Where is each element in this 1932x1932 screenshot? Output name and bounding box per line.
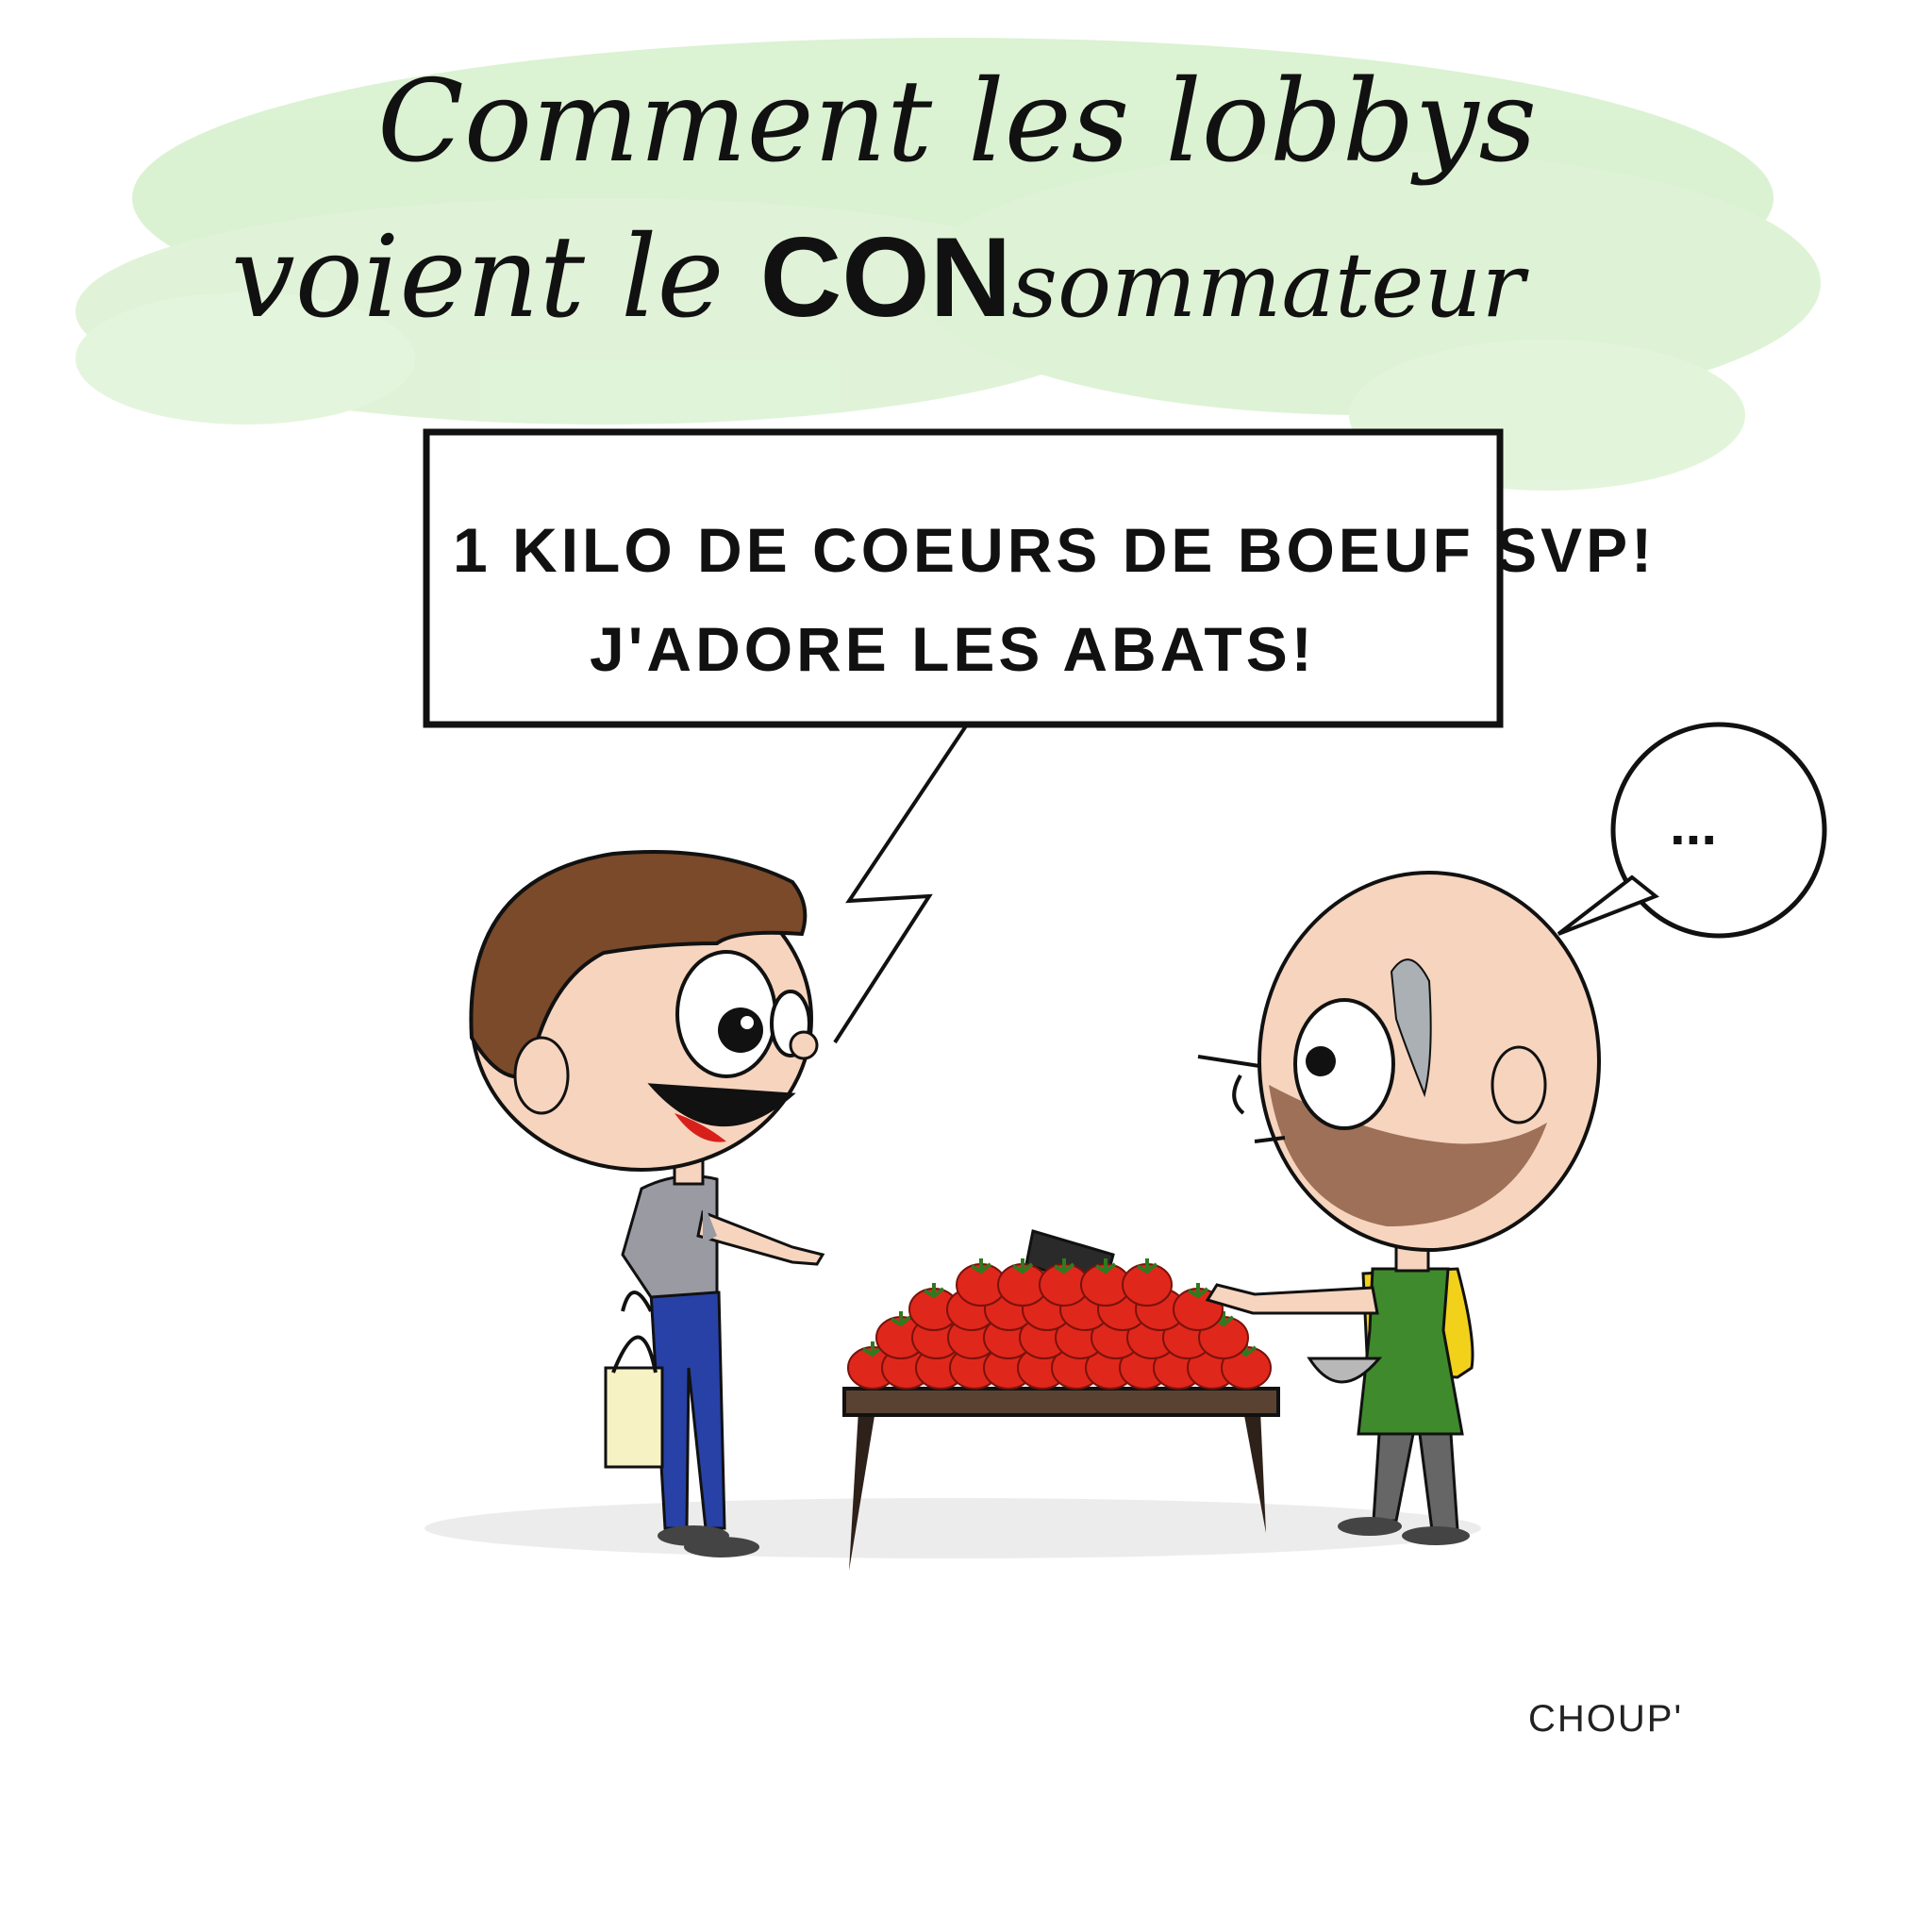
- title-line-1: Comment les lobbys: [377, 57, 1538, 188]
- title-line-2-caps: CON: [759, 214, 1012, 341]
- customer-figure: [469, 850, 825, 1557]
- speech-line-2: J'ADORE LES ABATS!: [590, 614, 1316, 684]
- speech-line-1: 1 KILO DE COEURS DE BOEUF SVP!: [453, 515, 1657, 585]
- artist-signature: CHOUP': [1528, 1698, 1684, 1740]
- title-line-2: voient le CONsommateur: [231, 212, 1524, 343]
- title-line-2-end: sommateur: [1011, 234, 1525, 338]
- title-line-2-start: voient le: [231, 212, 760, 343]
- tomato-pile: [847, 1258, 1272, 1390]
- vendor-thought-ellipsis: ...: [1670, 793, 1718, 857]
- ground-shadow: [425, 1498, 1481, 1558]
